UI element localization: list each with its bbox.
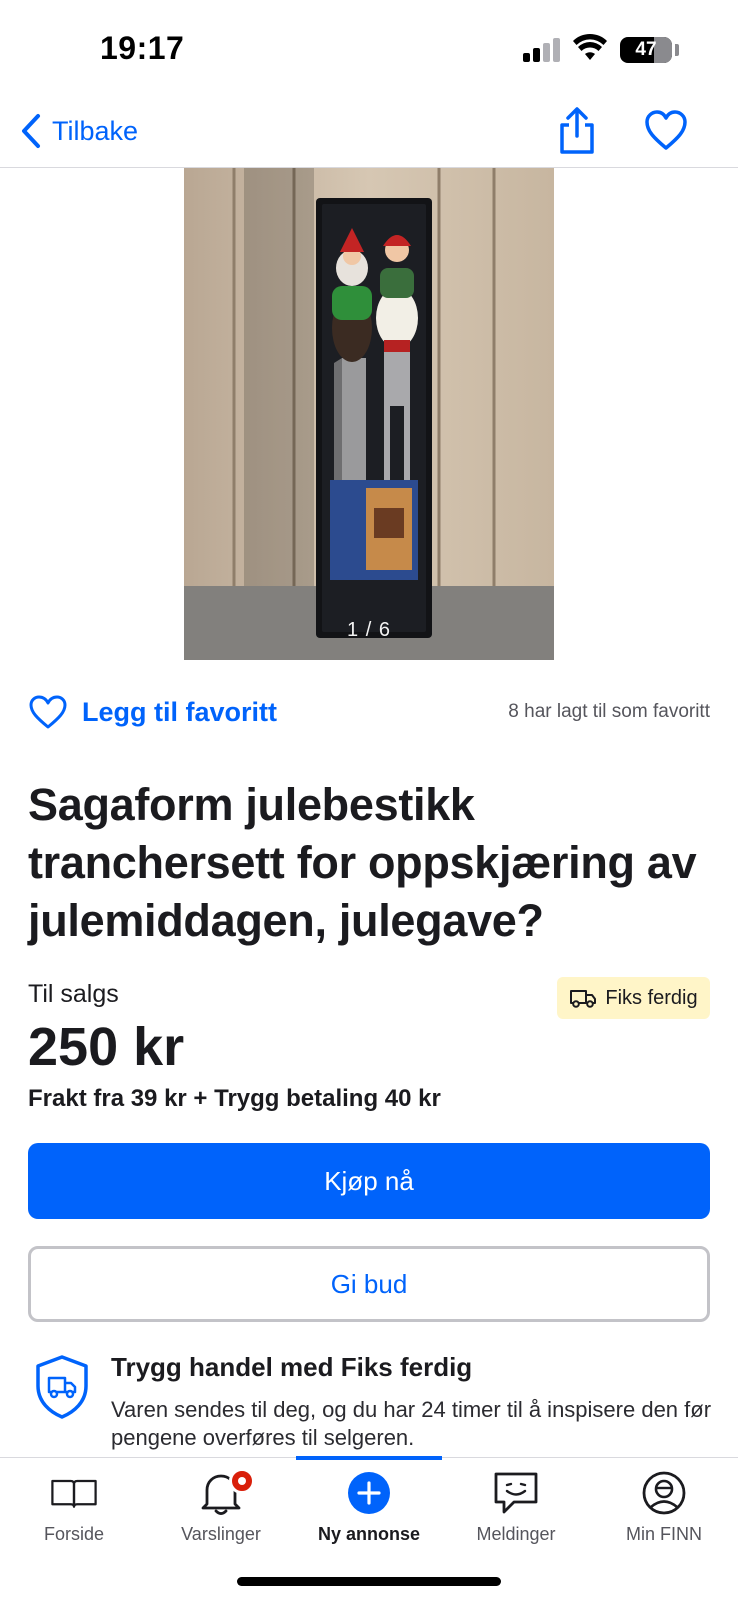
battery-icon: 47 bbox=[620, 37, 672, 63]
status-bar: 19:17 47 bbox=[0, 0, 738, 100]
price: 250 kr bbox=[28, 1017, 185, 1077]
wifi-icon bbox=[573, 33, 607, 60]
tab-label: Varslinger bbox=[181, 1524, 261, 1544]
book-icon bbox=[51, 1479, 97, 1508]
favorite-row: Legg til favoritt 8 har lagt til som fav… bbox=[28, 690, 710, 734]
tab-label: Min FINN bbox=[626, 1524, 702, 1544]
heart-icon[interactable] bbox=[644, 108, 688, 154]
safe-trade-text: Varen sendes til deg, og du har 24 timer… bbox=[111, 1397, 712, 1450]
make-bid-button[interactable]: Gi bud bbox=[28, 1246, 710, 1322]
share-icon[interactable] bbox=[555, 106, 599, 156]
product-image bbox=[184, 168, 554, 660]
heart-outline-icon bbox=[29, 695, 67, 729]
tab-meldinger[interactable]: Meldinger bbox=[442, 1470, 590, 1550]
buy-now-button[interactable]: Kjøp nå bbox=[28, 1143, 710, 1219]
notification-badge bbox=[229, 1468, 255, 1494]
shield-truck-icon bbox=[36, 1355, 88, 1419]
add-favorite-button[interactable]: Legg til favoritt bbox=[28, 694, 277, 730]
profile-icon bbox=[642, 1471, 686, 1515]
active-tab-indicator bbox=[296, 1456, 442, 1460]
tab-label: Ny annonse bbox=[317, 1524, 421, 1544]
tab-label: Meldinger bbox=[476, 1524, 556, 1544]
plus-circle-icon bbox=[348, 1472, 390, 1514]
favorite-count: 8 har lagt til som favoritt bbox=[508, 701, 710, 722]
status-time: 19:17 bbox=[100, 30, 185, 66]
tab-min-finn[interactable]: Min FINN bbox=[590, 1470, 738, 1550]
product-photo[interactable]: 1 / 6 bbox=[184, 168, 554, 660]
cellular-signal-icon bbox=[523, 38, 561, 62]
delivery-truck-icon bbox=[570, 990, 597, 1008]
tab-ny-annonse[interactable]: Ny annonse bbox=[295, 1470, 443, 1550]
shipping-info: Frakt fra 39 kr + Trygg betaling 40 kr bbox=[28, 1085, 441, 1112]
safe-trade-title: Trygg handel med Fiks ferdig bbox=[111, 1352, 473, 1382]
fiks-ferdig-badge: Fiks ferdig bbox=[557, 977, 710, 1019]
tab-varslinger[interactable]: Varslinger bbox=[147, 1468, 295, 1550]
sale-type-label: Til salgs bbox=[28, 980, 119, 1008]
safe-trade-info: Trygg handel med Fiks ferdig Varen sende… bbox=[28, 1350, 718, 1455]
chevron-left-icon bbox=[22, 114, 40, 148]
top-nav-bar: Tilbake bbox=[0, 100, 738, 168]
battery-level: 47 bbox=[635, 39, 657, 60]
listing-title: Sagaform julebestikk tranchersett for op… bbox=[28, 779, 697, 946]
chat-icon bbox=[494, 1472, 538, 1514]
badge-label: Fiks ferdig bbox=[605, 986, 698, 1009]
home-indicator bbox=[237, 1577, 501, 1586]
image-counter: 1 / 6 bbox=[347, 619, 391, 641]
tab-forside[interactable]: Forside bbox=[0, 1470, 148, 1550]
back-button[interactable]: Tilbake bbox=[20, 110, 138, 152]
back-label: Tilbake bbox=[52, 115, 139, 146]
add-favorite-label: Legg til favoritt bbox=[82, 696, 277, 727]
tab-label: Forside bbox=[43, 1524, 105, 1544]
